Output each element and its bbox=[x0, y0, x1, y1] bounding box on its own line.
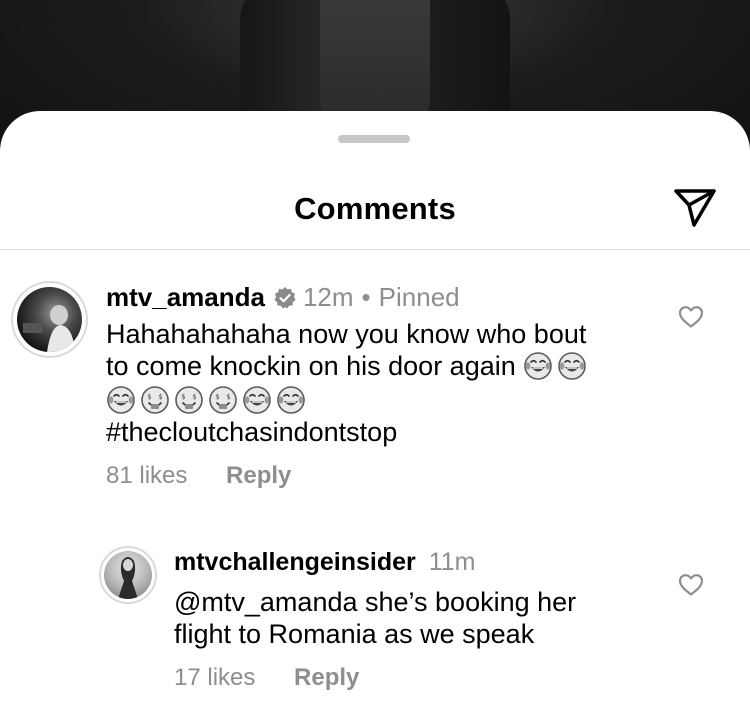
svg-text:$: $ bbox=[215, 393, 219, 401]
meta-separator: • bbox=[361, 282, 371, 312]
comment-text: @mtv_amanda she’s booking her flight to … bbox=[174, 586, 654, 650]
likes-count[interactable]: 17 likes bbox=[174, 664, 255, 691]
face-tears-of-joy-icon bbox=[107, 386, 135, 414]
money-mouth-face-icon: $ $ bbox=[209, 386, 237, 414]
money-mouth-face-icon: $ $ bbox=[141, 386, 169, 414]
comment-time: 12m bbox=[302, 282, 354, 312]
avatar-photo bbox=[23, 305, 75, 352]
face-tears-of-joy-icon bbox=[558, 352, 587, 380]
sheet-grabber-handle[interactable] bbox=[338, 135, 410, 143]
emoji-group: $ $ $ $ $ $ bbox=[106, 384, 646, 416]
face-tears-of-joy-icon bbox=[243, 386, 271, 414]
svg-text:$: $ bbox=[226, 393, 230, 401]
heart-outline-icon[interactable] bbox=[678, 573, 704, 597]
comment-text-line: @mtv_amanda she’s booking her bbox=[174, 587, 577, 617]
svg-text:$: $ bbox=[158, 393, 162, 401]
face-tears-of-joy-icon bbox=[524, 352, 553, 380]
avatar-mtv-amanda[interactable] bbox=[11, 281, 88, 358]
comment-header: mtv_amanda 12m • Pinned bbox=[106, 282, 460, 313]
comment-text-line: Hahahahahaha now you know who bout bbox=[106, 319, 587, 349]
comment-text-line: to come knockin on his door again bbox=[106, 351, 516, 381]
avatar-mtvchallengeinsider[interactable] bbox=[99, 546, 157, 604]
reply-button[interactable]: Reply bbox=[294, 664, 359, 691]
pinned-label: Pinned bbox=[378, 282, 460, 312]
svg-text:$: $ bbox=[181, 393, 185, 401]
likes-count[interactable]: 81 likes bbox=[106, 462, 187, 489]
comment-text-line: flight to Romania as we speak bbox=[174, 619, 535, 649]
money-mouth-face-icon: $ $ bbox=[175, 386, 203, 414]
comment-actions: 81 likes Reply bbox=[106, 462, 323, 490]
comment-actions: 17 likes Reply bbox=[174, 664, 391, 692]
comment-username[interactable]: mtvchallengeinsider bbox=[174, 548, 416, 576]
header-divider bbox=[0, 249, 750, 250]
paper-plane-icon[interactable] bbox=[672, 185, 718, 229]
comment-header: mtvchallengeinsider 11m bbox=[174, 548, 475, 577]
emoji-group bbox=[523, 351, 591, 381]
heart-outline-icon[interactable] bbox=[678, 305, 704, 329]
comment-username[interactable]: mtv_amanda bbox=[106, 282, 265, 313]
face-tears-of-joy-icon bbox=[277, 386, 305, 414]
comment-hashtag[interactable]: #thecloutchasindontstop bbox=[106, 416, 646, 448]
comment-time: 11m bbox=[428, 548, 476, 576]
svg-text:$: $ bbox=[147, 393, 151, 401]
comment-text: Hahahahahaha now you know who bout to co… bbox=[106, 318, 646, 448]
reply-button[interactable]: Reply bbox=[226, 462, 291, 489]
avatar-photo bbox=[118, 557, 138, 599]
verified-badge-icon bbox=[274, 286, 296, 309]
svg-text:$: $ bbox=[192, 393, 196, 401]
sheet-title: Comments bbox=[294, 191, 456, 226]
comment-text-line-with-emoji: to come knockin on his door again bbox=[106, 350, 646, 382]
